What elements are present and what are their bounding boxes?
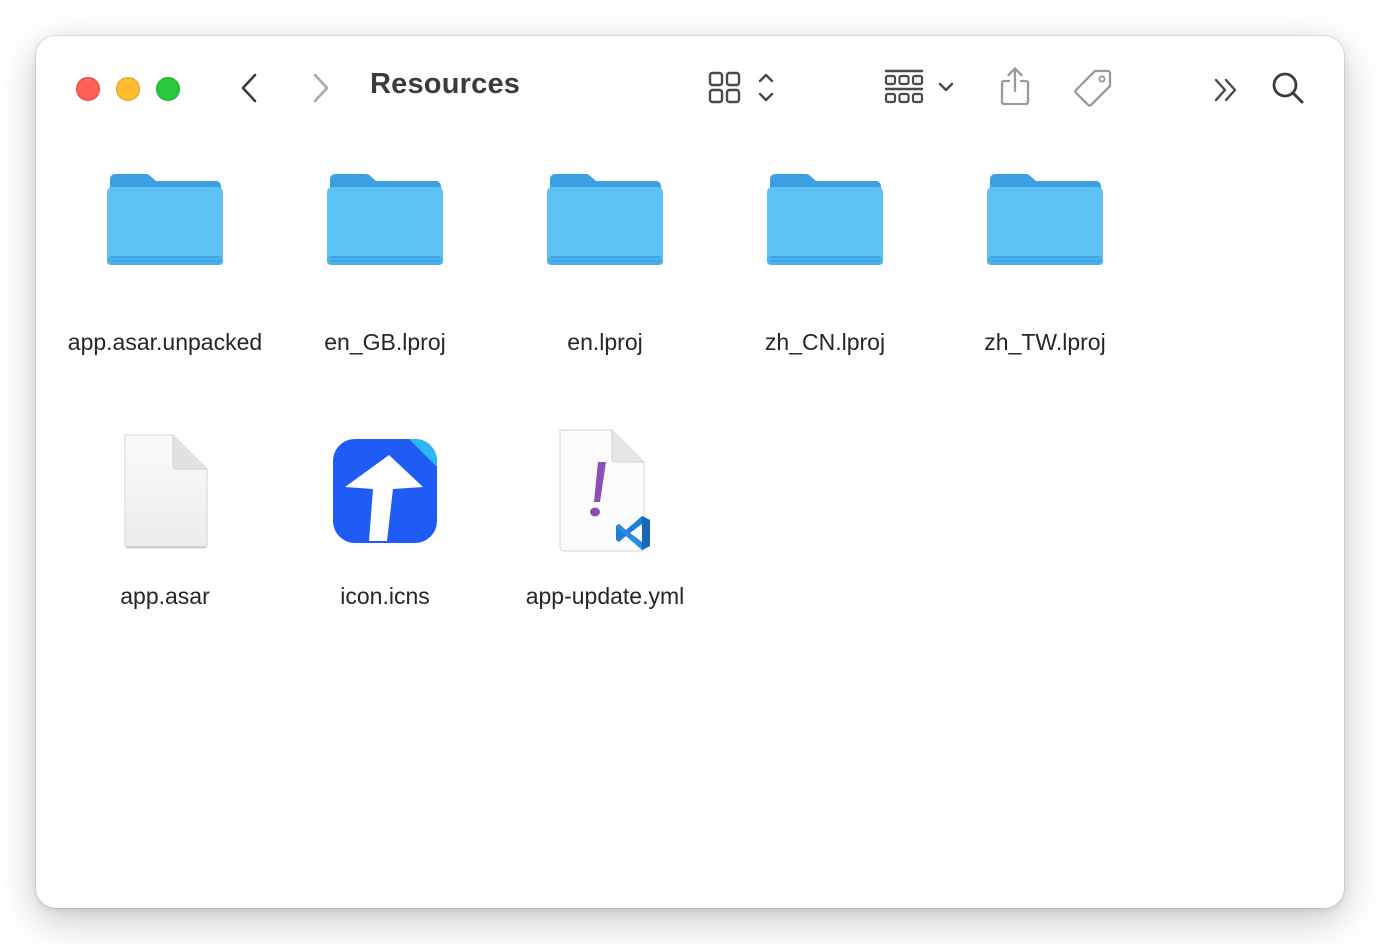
file-name: icon.icns <box>340 583 430 609</box>
toolbar: Resources <box>36 36 1344 140</box>
group-button[interactable] <box>882 68 960 108</box>
search-icon <box>1272 72 1304 104</box>
file-item-folder[interactable]: zh_CN.lproj <box>715 154 935 358</box>
tag-icon <box>1074 69 1112 107</box>
close-button[interactable] <box>76 77 100 101</box>
window-title: Resources <box>370 68 521 100</box>
yaml-file-icon <box>495 426 715 556</box>
more-icon <box>1214 78 1237 102</box>
app-icon <box>275 426 495 556</box>
file-name: app.asar <box>120 583 210 609</box>
folder-icon <box>55 154 275 284</box>
document-icon <box>55 426 275 556</box>
zoom-button[interactable] <box>156 77 180 101</box>
back-button[interactable] <box>232 70 266 106</box>
folder-icon <box>715 154 935 284</box>
group-icon <box>884 69 954 104</box>
more-button[interactable] <box>1208 72 1244 108</box>
file-item-folder[interactable]: en.lproj <box>495 154 715 358</box>
finder-window: Resources app.asar.unpacked en_GB.lproj … <box>36 36 1344 908</box>
folder-icon <box>935 154 1155 284</box>
icon-view-icon <box>708 71 774 104</box>
forward-icon <box>313 73 329 103</box>
file-item-yaml[interactable]: app-update.yml <box>495 426 715 612</box>
file-grid: app.asar.unpacked en_GB.lproj en.lproj z… <box>36 140 1344 908</box>
folder-icon <box>495 154 715 284</box>
file-name: en.lproj <box>567 329 643 355</box>
share-icon <box>1000 67 1030 106</box>
file-name: en_GB.lproj <box>324 329 446 355</box>
file-item-icns[interactable]: icon.icns <box>275 426 495 612</box>
folder-icon <box>275 154 495 284</box>
tag-button[interactable] <box>1070 66 1116 110</box>
file-name: zh_TW.lproj <box>984 329 1106 355</box>
minimize-button[interactable] <box>116 77 140 101</box>
file-item-folder[interactable]: en_GB.lproj <box>275 154 495 358</box>
forward-button[interactable] <box>304 70 338 106</box>
file-name: zh_CN.lproj <box>764 329 886 355</box>
file-item-folder[interactable]: app.asar.unpacked <box>55 154 275 358</box>
view-mode-button[interactable] <box>706 68 782 108</box>
share-button[interactable] <box>994 64 1036 108</box>
file-item-folder[interactable]: zh_TW.lproj <box>935 154 1155 358</box>
back-icon <box>241 73 257 103</box>
file-item-document[interactable]: app.asar <box>55 426 275 612</box>
file-name: app.asar.unpacked <box>67 329 263 355</box>
file-name: app-update.yml <box>525 583 685 609</box>
search-button[interactable] <box>1268 68 1308 108</box>
